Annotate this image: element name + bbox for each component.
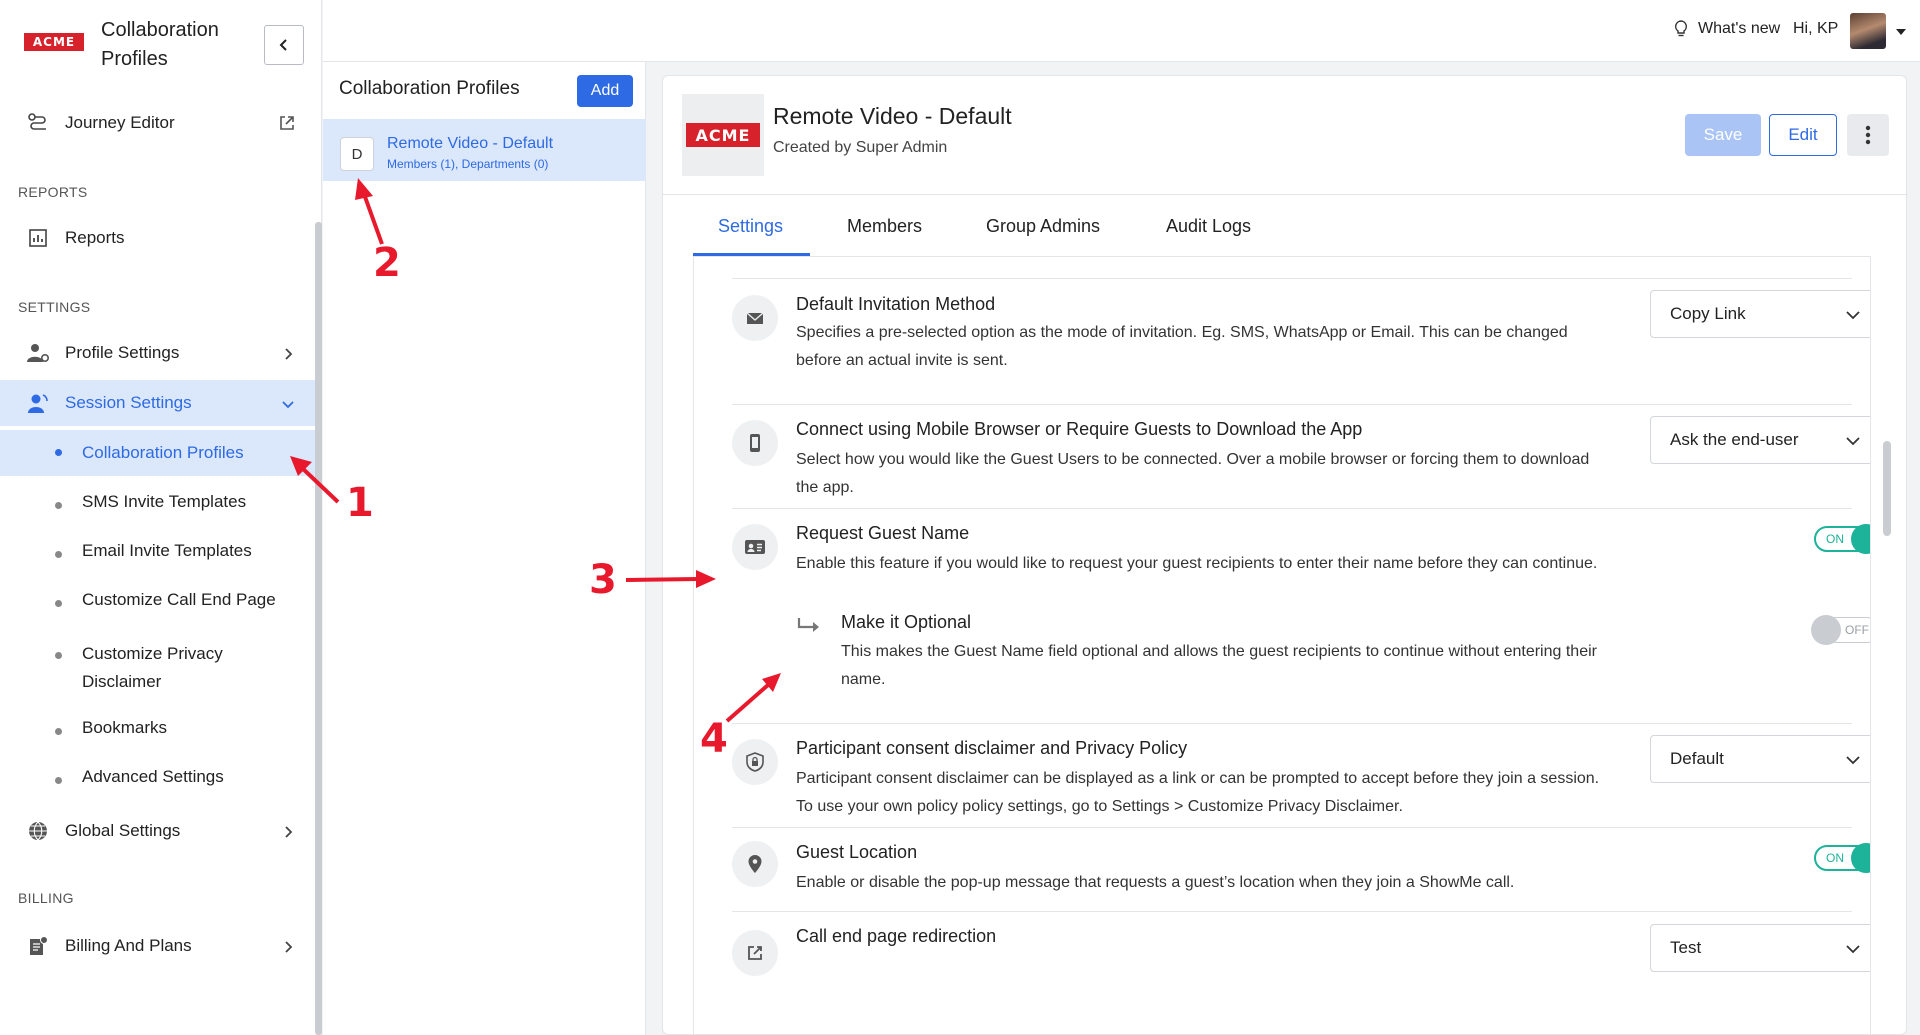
annotation-number-2: 2 bbox=[373, 240, 401, 286]
annotation-arrow-1 bbox=[290, 456, 340, 504]
annotation-number-3: 3 bbox=[589, 557, 617, 603]
annotation-arrows-layer bbox=[290, 178, 781, 723]
annotation-number-1: 1 bbox=[346, 480, 374, 526]
annotation-number-4: 4 bbox=[700, 716, 728, 762]
annotation-arrow-2 bbox=[355, 178, 384, 245]
annotation-arrow-3 bbox=[625, 570, 716, 588]
annotation-arrow-4 bbox=[725, 673, 781, 723]
